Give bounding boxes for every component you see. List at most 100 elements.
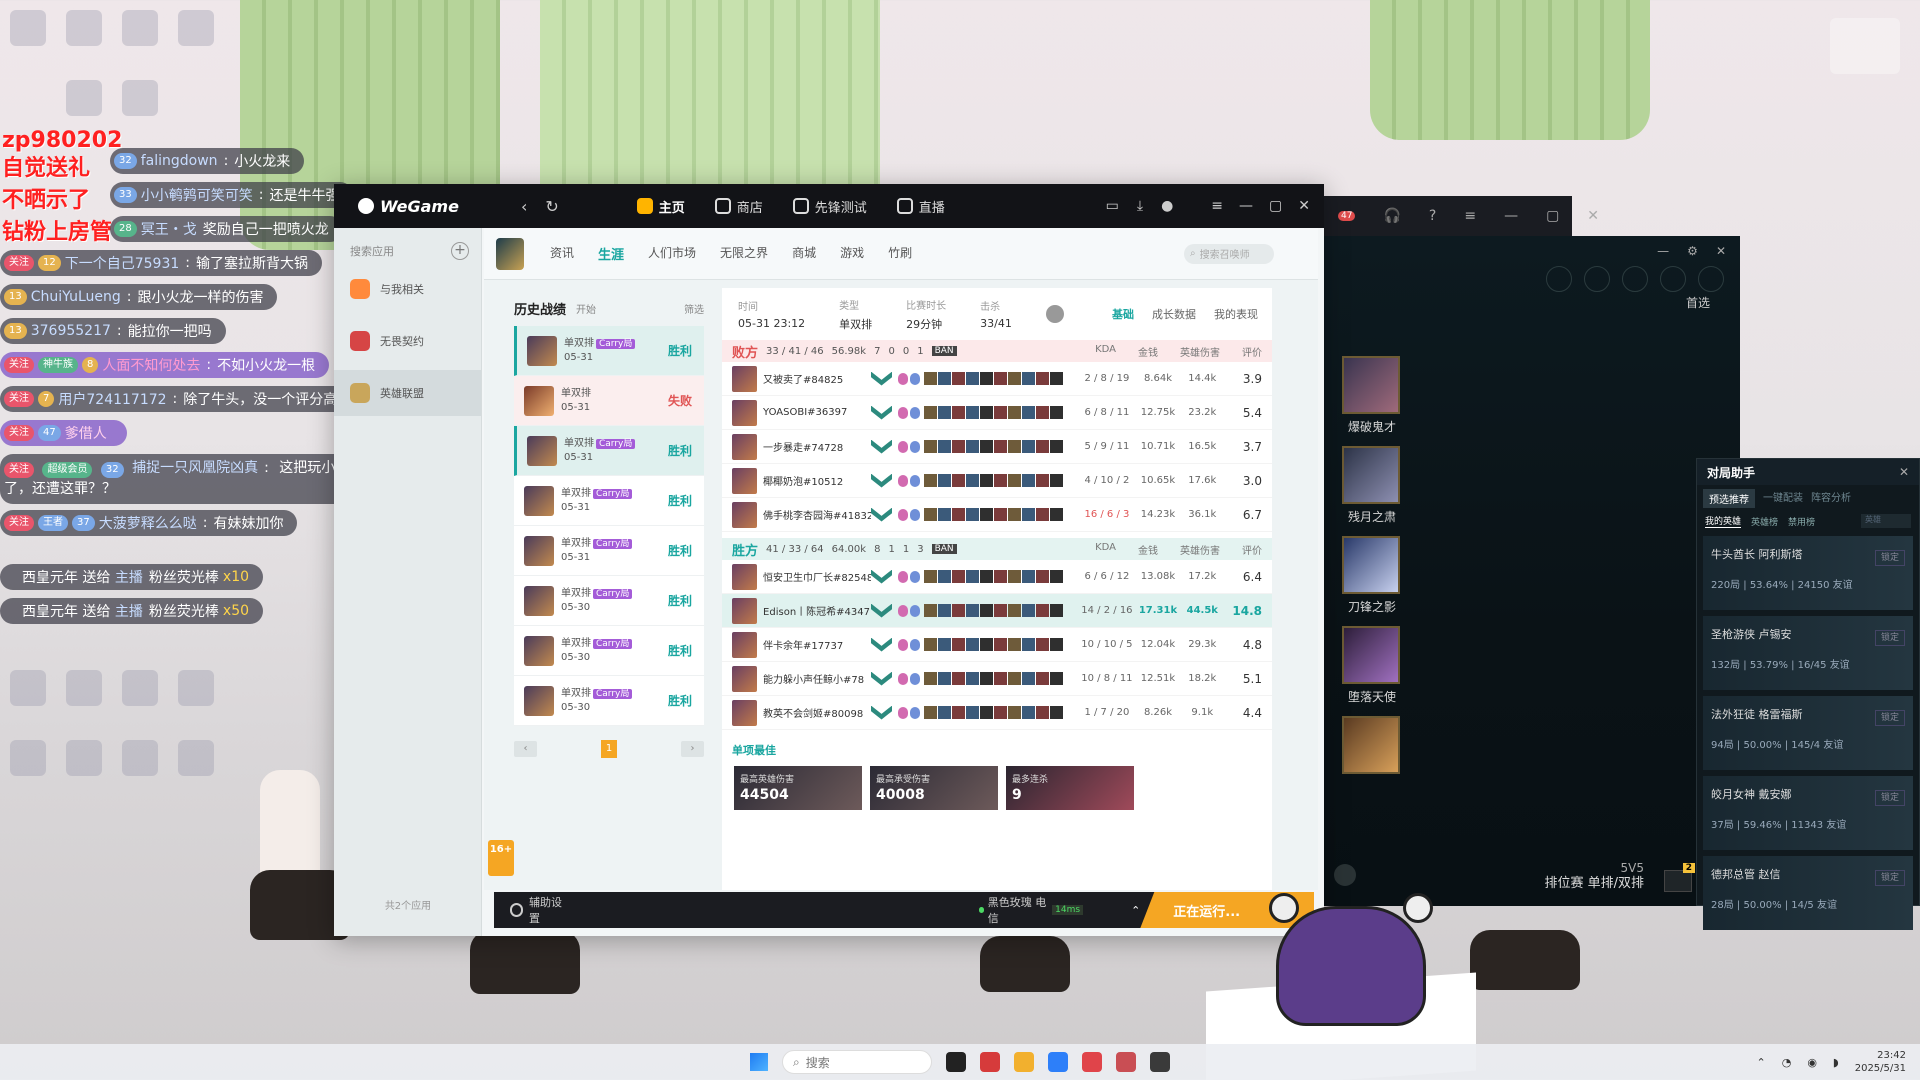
menu-market[interactable]: 人们市场: [648, 244, 696, 263]
close-icon[interactable]: ✕: [1716, 244, 1726, 258]
menu-games[interactable]: 游戏: [840, 244, 864, 263]
champion-slot[interactable]: [1342, 716, 1402, 778]
hero-card[interactable]: 德邦总管 赵信 28局 | 50.00% | 14/5 友谊 锁定: [1703, 856, 1913, 930]
chat-button[interactable]: 2: [1664, 863, 1695, 892]
maximize-icon[interactable]: ▢: [1546, 208, 1559, 224]
sidebar-item-lol[interactable]: 英雄联盟: [334, 370, 481, 416]
hero-card[interactable]: 皎月女神 戴安娜 37局 | 59.46% | 11343 友谊 锁定: [1703, 776, 1913, 850]
danmaku-username[interactable]: falingdown: [141, 153, 218, 169]
lock-button[interactable]: 锁定: [1875, 790, 1905, 806]
hero-card[interactable]: 牛头酋长 阿利斯塔 220局 | 53.64% | 24150 友谊 锁定: [1703, 536, 1913, 610]
add-icon[interactable]: +: [451, 242, 469, 260]
minimize-icon[interactable]: —: [1657, 244, 1669, 258]
lock-button[interactable]: 锁定: [1875, 630, 1905, 646]
menu-icon[interactable]: ≡: [1464, 208, 1476, 224]
summoner-search-input[interactable]: ⌕ 搜索召唤师: [1184, 243, 1274, 264]
lock-button[interactable]: 锁定: [1875, 870, 1905, 886]
sidebar-item-valorant[interactable]: 无畏契约: [334, 318, 481, 364]
player-row-self[interactable]: Edison丨陈冠希#43471 14 / 2 / 16 17.31k 44.5k 14…: [722, 594, 1272, 628]
headset-icon[interactable]: 🎧: [1383, 208, 1400, 224]
lol-emblem-icon[interactable]: [496, 237, 524, 270]
taskbar-app-icon[interactable]: [1116, 1052, 1136, 1072]
app-search-input[interactable]: 搜索应用: [350, 243, 394, 259]
damage-header[interactable]: 英雄伤害: [1180, 542, 1220, 557]
player-row[interactable]: 椰椰奶泡#10512 4 / 10 / 2 10.65k 17.6k 3.0: [722, 464, 1272, 498]
player-row[interactable]: 又被卖了#84825 2 / 8 / 19 8.64k 14.4k 3.9: [722, 362, 1272, 396]
tab-beta[interactable]: 先锋测试: [792, 197, 867, 216]
champion-slot[interactable]: 堕落天使: [1342, 626, 1402, 705]
filter-button[interactable]: 筛选: [684, 301, 704, 316]
danmaku-username[interactable]: 冥王・戈: [141, 219, 197, 239]
replay-icon[interactable]: [1045, 305, 1064, 323]
network-icon[interactable]: ◔: [1782, 1056, 1792, 1069]
minimize-icon[interactable]: —: [1239, 198, 1253, 214]
gold-header[interactable]: 金钱: [1138, 542, 1158, 557]
volume-icon[interactable]: ◗: [1833, 1056, 1839, 1069]
lol-taskbar-icon[interactable]: [1150, 1052, 1170, 1072]
download-icon[interactable]: ⤓: [1137, 198, 1143, 214]
folder-icon[interactable]: ▭: [1106, 198, 1119, 214]
danmaku-username[interactable]: 爹借人: [65, 423, 107, 443]
match-row[interactable]: 单双排 Carry局 05-30 胜利: [514, 626, 704, 676]
close-icon[interactable]: ✕: [1298, 198, 1310, 214]
lock-button[interactable]: 锁定: [1875, 550, 1905, 566]
danmaku-username[interactable]: 小小鹌鹑可笑可笑: [141, 185, 253, 205]
taskbar-search-input[interactable]: ⌕ 搜索: [782, 1050, 932, 1074]
kda-header[interactable]: KDA: [1095, 344, 1116, 359]
hero-card[interactable]: 法外狂徒 格雷福斯 94局 | 50.00% | 145/4 友谊 锁定: [1703, 696, 1913, 770]
taskbar-app-icon[interactable]: [1014, 1052, 1034, 1072]
taskbar-clock[interactable]: 23:42 2025/5/31: [1855, 1049, 1906, 1075]
avatar[interactable]: ●: [1161, 198, 1173, 214]
tab-team-analysis[interactable]: 阵容分析: [1811, 489, 1851, 508]
taskbar-app-icon[interactable]: [1082, 1052, 1102, 1072]
subtab-hero-rank[interactable]: 英雄榜: [1751, 515, 1778, 528]
hero-search-input[interactable]: 英雄: [1861, 514, 1911, 528]
gold-header[interactable]: 金钱: [1138, 344, 1158, 359]
menu-misc[interactable]: 竹刷: [888, 244, 912, 263]
microphone-icon[interactable]: ◉: [1807, 1056, 1817, 1069]
player-row[interactable]: YOASOBI#36397 6 / 8 / 11 12.75k 23.2k 5.4: [722, 396, 1272, 430]
chat-icon[interactable]: [1334, 864, 1356, 886]
current-page[interactable]: 1: [601, 740, 617, 758]
menu-shop[interactable]: 商城: [792, 244, 816, 263]
danmaku-username[interactable]: ChuiYuLueng: [31, 289, 121, 305]
match-row[interactable]: 单双排 Carry局 05-31 胜利: [514, 326, 704, 376]
danmaku-username[interactable]: 下一个自己75931: [65, 253, 180, 273]
player-row[interactable]: 一步暴走#74728 5 / 9 / 11 10.71k 16.5k 3.7: [722, 430, 1272, 464]
lock-button[interactable]: 锁定: [1875, 710, 1905, 726]
help-icon[interactable]: ?: [1429, 208, 1436, 224]
tab-home[interactable]: 主页: [636, 197, 685, 216]
player-row[interactable]: 能力躲小声任鲸小#78 10 / 8 / 11 12.51k 18.2k 5.1: [722, 662, 1272, 696]
tab-preselect[interactable]: 预选推荐: [1703, 489, 1755, 508]
tab-growth[interactable]: 成长数据: [1152, 306, 1196, 322]
champion-slot[interactable]: 爆破鬼才: [1342, 356, 1402, 435]
danmaku-username[interactable]: 捕捉一只风凰院凶真: [132, 460, 258, 476]
tab-basic[interactable]: 基础: [1112, 306, 1134, 322]
menu-news[interactable]: 资讯: [550, 244, 574, 263]
match-row[interactable]: 单双排 Carry局 05-31 胜利: [514, 526, 704, 576]
match-row[interactable]: 单双排 Carry局 05-30 胜利: [514, 676, 704, 726]
maximize-icon[interactable]: ▢: [1269, 198, 1282, 214]
menu-infinite[interactable]: 无限之界: [720, 244, 768, 263]
match-history-subtitle[interactable]: 开始: [576, 301, 596, 316]
back-icon[interactable]: ‹: [521, 197, 527, 216]
match-row[interactable]: 单双排 05-31 失败: [514, 376, 704, 426]
gear-icon[interactable]: ⚙: [1687, 244, 1698, 258]
champion-slot[interactable]: 刀锋之影: [1342, 536, 1402, 615]
minimize-icon[interactable]: —: [1504, 208, 1518, 224]
taskbar-app-icon[interactable]: [980, 1052, 1000, 1072]
kda-header[interactable]: KDA: [1095, 542, 1116, 557]
danmaku-username[interactable]: 376955217: [31, 323, 111, 339]
menu-career[interactable]: 生涯: [598, 244, 624, 263]
close-icon[interactable]: ✕: [1587, 208, 1599, 224]
match-row[interactable]: 单双排 Carry局 05-30 胜利: [514, 576, 704, 626]
score-header[interactable]: 评价: [1242, 542, 1262, 557]
server-selector[interactable]: 黑色玫瑰 电信 14ms: [978, 894, 1084, 926]
player-row[interactable]: 恒安卫生巾厂长#82548 6 / 6 / 12 13.08k 17.2k 6.4: [722, 560, 1272, 594]
assist-settings-button[interactable]: 辅助设置: [510, 894, 569, 926]
tab-quick-build[interactable]: 一键配装: [1763, 489, 1803, 508]
danmaku-username[interactable]: 大菠萝释么么哒: [99, 513, 197, 533]
chevron-up-icon[interactable]: ⌃: [1756, 1056, 1765, 1069]
taskbar-app-icon[interactable]: [946, 1052, 966, 1072]
tab-store[interactable]: 商店: [714, 197, 763, 216]
